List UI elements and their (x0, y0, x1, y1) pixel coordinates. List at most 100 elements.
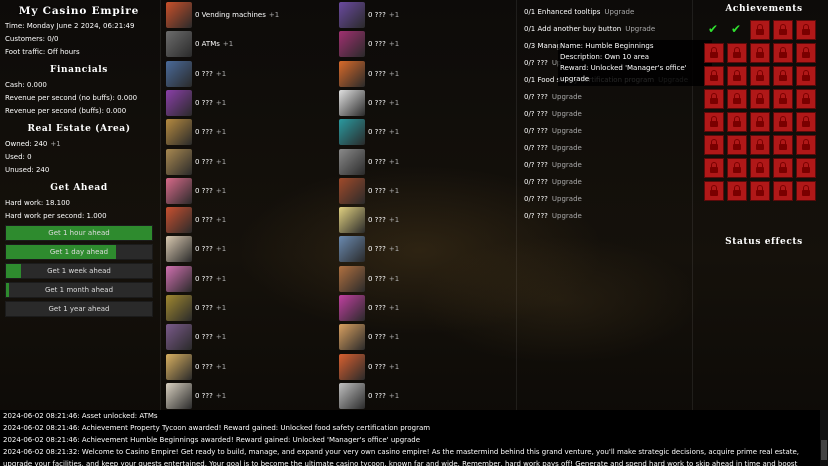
buy-area-button[interactable]: +1 (50, 140, 60, 148)
buy-asset-button[interactable]: +1 (389, 216, 399, 224)
achievement-locked-icon[interactable] (750, 66, 770, 86)
achievement-locked-icon[interactable] (750, 158, 770, 178)
buy-asset-button[interactable]: +1 (216, 99, 226, 107)
achievement-locked-icon[interactable] (750, 181, 770, 201)
buy-asset-button[interactable]: +1 (389, 99, 399, 107)
buy-asset-button[interactable]: +1 (389, 187, 399, 195)
achievement-locked-icon[interactable] (773, 135, 793, 155)
portrait-icon (339, 265, 365, 292)
achievement-locked-icon[interactable] (796, 181, 816, 201)
buy-asset-button[interactable]: +1 (389, 275, 399, 283)
upgrade-button[interactable]: Upgrade (604, 8, 634, 16)
asset-count: 0 Vending machines (195, 11, 266, 19)
achievement-locked-icon[interactable] (727, 43, 747, 63)
achievement-locked-icon[interactable] (796, 135, 816, 155)
achievement-locked-icon[interactable] (796, 66, 816, 86)
buy-asset-button[interactable]: +1 (389, 11, 399, 19)
achievement-locked-icon[interactable] (773, 43, 793, 63)
buy-asset-button[interactable]: +1 (389, 333, 399, 341)
buy-asset-button[interactable]: +1 (216, 245, 226, 253)
log-entry: 2024-06-02 08:21:46: Achievement Humble … (3, 436, 421, 444)
buy-asset-button[interactable]: +1 (216, 392, 226, 400)
log-scrollbar[interactable] (820, 410, 828, 466)
buy-asset-button[interactable]: +1 (216, 128, 226, 136)
achievement-locked-icon[interactable] (796, 158, 816, 178)
buy-asset-button[interactable]: +1 (216, 275, 226, 283)
achievement-locked-icon[interactable] (704, 135, 724, 155)
achievement-locked-icon[interactable] (727, 66, 747, 86)
blackjack-table-icon (166, 148, 192, 175)
buy-asset-button[interactable]: +1 (216, 363, 226, 371)
buy-asset-button[interactable]: +1 (389, 70, 399, 78)
upgrade-button[interactable]: Upgrade (552, 195, 582, 203)
achievement-locked-icon[interactable] (773, 158, 793, 178)
achievement-locked-icon[interactable] (773, 112, 793, 132)
achievement-locked-icon[interactable] (773, 66, 793, 86)
upgrade-button[interactable]: Upgrade (552, 161, 582, 169)
buy-asset-button[interactable]: +1 (269, 11, 279, 19)
get-ahead-button[interactable]: Get 1 hour ahead (5, 225, 153, 241)
buy-asset-button[interactable]: +1 (389, 363, 399, 371)
buy-asset-button[interactable]: +1 (216, 158, 226, 166)
buy-asset-button[interactable]: +1 (216, 333, 226, 341)
achievement-locked-icon[interactable] (704, 66, 724, 86)
achievement-locked-icon[interactable] (727, 112, 747, 132)
upgrade-button[interactable]: Upgrade (625, 25, 655, 33)
achievement-locked-icon[interactable] (704, 112, 724, 132)
lock-icon (779, 116, 787, 127)
get-ahead-button[interactable]: Get 1 day ahead (5, 244, 153, 260)
upgrade-label: 0/? ??? (524, 178, 548, 186)
achievement-locked-icon[interactable] (796, 43, 816, 63)
achievement-locked-icon[interactable] (796, 112, 816, 132)
achievement-locked-icon[interactable] (750, 89, 770, 109)
achievement-locked-icon[interactable] (704, 43, 724, 63)
achievement-locked-icon[interactable] (750, 20, 770, 40)
buy-asset-button[interactable]: +1 (389, 158, 399, 166)
get-ahead-button[interactable]: Get 1 year ahead (5, 301, 153, 317)
achievement-unlocked-icon[interactable]: ✔ (704, 20, 722, 38)
achievement-locked-icon[interactable] (727, 158, 747, 178)
log-scrollbar-thumb[interactable] (821, 440, 827, 460)
buy-asset-button[interactable]: +1 (223, 40, 233, 48)
achievement-locked-icon[interactable] (704, 89, 724, 109)
upgrade-button[interactable]: Upgrade (552, 110, 582, 118)
achievement-locked-icon[interactable] (727, 89, 747, 109)
buy-asset-button[interactable]: +1 (389, 245, 399, 253)
achievement-locked-icon[interactable] (773, 89, 793, 109)
buy-asset-button[interactable]: +1 (216, 216, 226, 224)
achievement-locked-icon[interactable] (750, 43, 770, 63)
achievement-locked-icon[interactable] (796, 20, 816, 40)
achievement-locked-icon[interactable] (773, 20, 793, 40)
buy-asset-button[interactable]: +1 (389, 392, 399, 400)
achievement-locked-icon[interactable] (727, 181, 747, 201)
achievement-locked-icon[interactable] (750, 112, 770, 132)
get-ahead-button[interactable]: Get 1 week ahead (5, 263, 153, 279)
buy-asset-button[interactable]: +1 (216, 304, 226, 312)
buy-asset-button[interactable]: +1 (389, 304, 399, 312)
buy-asset-button[interactable]: +1 (389, 40, 399, 48)
asset-item: 0 ??? +1 (339, 324, 489, 351)
buy-asset-button[interactable]: +1 (216, 70, 226, 78)
get-ahead-button[interactable]: Get 1 month ahead (5, 282, 153, 298)
get-ahead-label: Get 1 week ahead (47, 267, 111, 275)
buy-asset-button[interactable]: +1 (216, 187, 226, 195)
lock-icon (802, 139, 810, 150)
lock-icon (756, 185, 764, 196)
used-area: Used: 0 (5, 153, 32, 161)
lock-icon (733, 70, 741, 81)
achievement-locked-icon[interactable] (773, 181, 793, 201)
lock-icon (756, 70, 764, 81)
upgrade-button[interactable]: Upgrade (552, 144, 582, 152)
achievement-locked-icon[interactable] (704, 181, 724, 201)
upgrade-button[interactable]: Upgrade (552, 127, 582, 135)
get-ahead-label: Get 1 hour ahead (48, 229, 110, 237)
buy-asset-button[interactable]: +1 (389, 128, 399, 136)
upgrade-button[interactable]: Upgrade (552, 178, 582, 186)
achievement-locked-icon[interactable] (704, 158, 724, 178)
achievement-locked-icon[interactable] (796, 89, 816, 109)
achievement-locked-icon[interactable] (750, 135, 770, 155)
upgrade-button[interactable]: Upgrade (552, 212, 582, 220)
upgrade-button[interactable]: Upgrade (552, 93, 582, 101)
achievement-unlocked-icon[interactable]: ✔ (727, 20, 745, 38)
achievement-locked-icon[interactable] (727, 135, 747, 155)
